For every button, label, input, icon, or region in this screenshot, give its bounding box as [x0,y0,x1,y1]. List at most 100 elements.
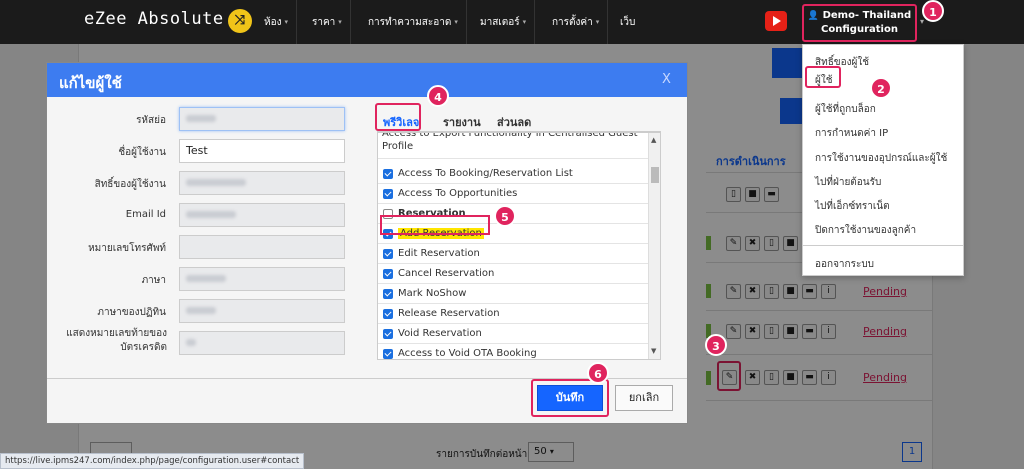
checkbox[interactable] [383,269,393,279]
privilege-item[interactable]: Release Reservation [378,304,648,324]
menu-item-ip-config[interactable]: การกำหนดค่า IP [815,126,888,141]
privilege-label: Cancel Reservation [398,268,495,279]
chevron-down-icon: ▾ [595,18,600,26]
privilege-label: Release Reservation [398,308,500,319]
chevron-down-icon: ▾ [338,18,342,26]
nav-label: ห้อง [264,16,282,28]
nav-label: เว็บ [620,16,636,28]
calendar-language-label: ภาษาของปฏิทิน [97,307,166,318]
privilege-label: Edit Reservation [398,248,480,259]
nav-label: มาสเตอร์ [480,16,520,28]
blurred-value [186,211,236,218]
blurred-value [186,307,216,314]
scrollbar[interactable]: ▲ ▼ [648,133,660,359]
username-field[interactable]: Test [179,139,345,163]
step-badge-1: 1 [922,0,944,22]
scroll-thumb[interactable] [651,167,659,183]
checkbox[interactable] [383,309,393,319]
menu-item-disable-customer[interactable]: ปิดการใช้งานของลูกค้า [815,223,916,238]
privilege-label: Access To Booking/Reservation List [398,168,573,179]
chevron-down-icon: ▾ [522,18,527,26]
privilege-item[interactable]: Mark NoShow [378,284,648,304]
privilege-item[interactable]: Access To Opportunities [378,184,648,204]
email-field[interactable] [179,203,345,227]
checkbox[interactable] [383,289,393,299]
privilege-label: Access to Void OTA Booking [398,348,537,359]
add-reservation-highlight-box [380,215,490,235]
nav-masters[interactable]: มาสเตอร์ ▾ [472,0,536,44]
nav-rates[interactable]: ราคา ▾ [304,0,351,44]
card-digits-field[interactable] [179,331,345,355]
nav-housekeeping[interactable]: การทำความสะอาด ▾ [360,0,467,44]
privilege-item[interactable]: Edit Reservation [378,244,648,264]
step-badge-3: 3 [705,334,727,356]
menu-item-front-desk[interactable]: ไปที่ฝ่ายต้อนรับ [815,175,881,190]
top-navbar: eZee Absolute ⤨ ห้อง ▾ ราคา ▾ การทำความสะอ… [0,0,1024,44]
code-field[interactable] [179,107,345,131]
privilege-label: Mark NoShow [398,288,467,299]
chevron-down-icon[interactable]: ▾ [920,17,924,26]
privilege-label: Access To Opportunities [398,188,518,199]
checkbox[interactable] [383,249,393,259]
shuffle-icon[interactable]: ⤨ [228,9,252,33]
checkbox[interactable] [383,189,393,199]
blurred-value [186,275,226,282]
users-highlight-box [805,66,841,88]
user-account-button[interactable]: 👤 Demo- Thailand Configuration [802,4,917,42]
brand-logo[interactable]: eZee Absolute [84,9,224,29]
phone-field[interactable] [179,235,345,259]
email-label: Email Id [125,209,166,220]
privileges-list[interactable]: Access to Export Functionality in Centra… [377,132,661,360]
privileges-tab-highlight-box [375,103,421,131]
step-badge-4: 4 [427,85,449,107]
menu-divider [803,245,963,246]
privilege-label: Void Reservation [398,328,482,339]
save-button[interactable]: บันทึก [537,385,603,411]
blurred-value [186,179,246,186]
privilege-item: Access to Export Functionality in Centra… [378,133,648,159]
cancel-button[interactable]: ยกเลิก [615,385,673,411]
phone-label: หมายเลขโทรศัพท์ [88,243,166,254]
user-icon: 👤 [807,11,820,21]
user-rights-label: สิทธิ์ของผู้ใช้งาน [94,179,166,190]
chevron-down-icon: ▾ [454,18,458,26]
step-badge-2: 2 [870,77,892,99]
code-label: รหัสย่อ [136,115,166,126]
nav-settings[interactable]: การตั้งค่า ▾ [544,0,609,44]
language-select[interactable] [179,267,345,291]
close-icon[interactable]: X [662,72,671,87]
checkbox[interactable] [383,329,393,339]
nav-label: การตั้งค่า [552,16,593,28]
youtube-icon[interactable] [765,11,787,31]
username-label: ชื่อผู้ใช้งาน [118,147,166,158]
modal-title: แก้ไขผู้ใช้ [59,74,122,92]
menu-item-logout[interactable]: ออกจากระบบ [815,257,874,272]
status-url-bar: https://live.ipms247.com/index.php/page/… [0,453,305,469]
menu-item-device-usage[interactable]: การใช้งานของอุปกรณ์และผู้ใช้ [815,151,947,166]
chevron-down-icon: ▾ [284,18,288,26]
menu-item-blocked-users[interactable]: ผู้ใช้ที่ถูกบล็อก [815,102,876,117]
checkbox[interactable] [383,169,393,179]
nav-web[interactable]: เว็บ [612,0,643,44]
blurred-value [186,115,216,122]
privilege-item[interactable]: Access to Void OTA Booking [378,344,648,359]
tab-reports[interactable]: รายงาน [443,113,481,131]
checkbox[interactable] [383,349,393,359]
privilege-item[interactable]: Void Reservation [378,324,648,344]
language-label: ภาษา [141,275,166,286]
menu-item-extranet[interactable]: ไปที่เอ็กซ์ทราเน็ต [815,199,890,214]
scroll-up-icon[interactable]: ▲ [651,136,656,144]
step-badge-6: 6 [587,362,609,384]
user-rights-select[interactable] [179,171,345,195]
privilege-item[interactable]: Cancel Reservation [378,264,648,284]
privilege-item[interactable]: Access To Booking/Reservation List [378,164,648,184]
scroll-down-icon[interactable]: ▼ [651,347,656,355]
calendar-language-select[interactable] [179,299,345,323]
blurred-value [186,339,196,346]
step-badge-5: 5 [494,205,516,227]
card-digits-label: แสดงหมายเลขท้ายของบัตรเครดิต [66,328,167,353]
nav-label: การทำความสะอาด [368,16,452,28]
tab-discounts[interactable]: ส่วนลด [497,113,531,131]
nav-rooms[interactable]: ห้อง ▾ [256,0,297,44]
user-property: Configuration [821,24,898,35]
